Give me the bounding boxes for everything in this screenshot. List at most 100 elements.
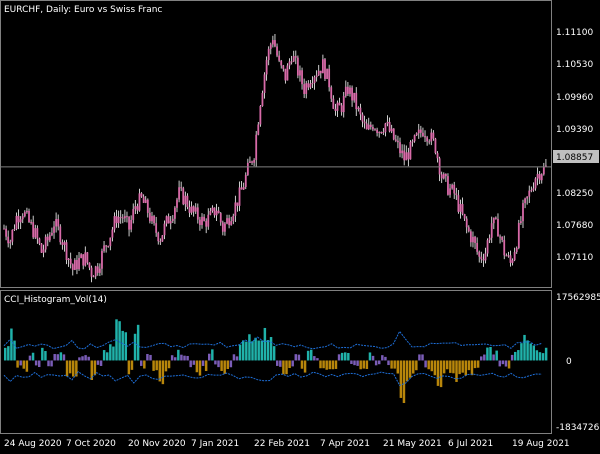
histogram-bar <box>282 360 285 375</box>
histogram-bar <box>412 360 415 374</box>
candle-body <box>151 216 153 222</box>
histogram-bar <box>396 360 400 374</box>
candle-body <box>463 214 466 219</box>
time-tick: 24 Aug 2020 <box>4 439 62 449</box>
candle-body <box>490 223 493 238</box>
histogram-bar <box>276 360 279 366</box>
histogram-bar <box>10 328 13 361</box>
candle-body <box>430 132 433 142</box>
candle-body <box>424 136 426 138</box>
candle-body <box>344 86 347 97</box>
histogram-bar <box>402 360 406 404</box>
histogram-bar <box>13 340 16 361</box>
time-tick: 7 Apr 2021 <box>320 439 370 449</box>
candle-body <box>540 174 543 181</box>
histogram-bar <box>492 354 495 361</box>
candle-body <box>299 70 301 76</box>
candle-body <box>382 132 385 134</box>
candle-body <box>499 236 501 238</box>
candle-body <box>434 138 437 154</box>
candle-body <box>307 83 310 88</box>
histogram-bar <box>217 360 220 368</box>
histogram-bar <box>81 356 84 361</box>
histogram-bar <box>306 350 310 361</box>
histogram-bar <box>483 354 486 361</box>
histogram-bar <box>473 360 477 369</box>
candle-body <box>457 195 460 212</box>
histogram-bar <box>84 355 87 361</box>
candle-body <box>428 141 431 143</box>
histogram-bar <box>208 353 211 361</box>
histogram-bar <box>520 343 523 361</box>
candle-body <box>436 153 439 159</box>
candle-body <box>165 216 168 224</box>
candle-body <box>517 223 520 248</box>
candle-body <box>230 221 233 226</box>
histogram-bar <box>174 357 177 361</box>
histogram-bar <box>319 360 322 369</box>
histogram-bar <box>106 352 109 361</box>
candle-body <box>65 242 68 260</box>
candle-body <box>453 184 456 194</box>
candle-body <box>159 241 162 243</box>
time-tick: 19 Aug 2021 <box>512 439 570 449</box>
candle-body <box>42 249 45 253</box>
candle-body <box>48 235 51 241</box>
candle-body <box>157 232 160 242</box>
histogram-bar <box>495 350 498 361</box>
histogram-bar <box>310 349 313 361</box>
chart-window[interactable]: EURCHF, Daily: Euro vs Swiss Franc CCI_H… <box>0 0 600 450</box>
candle-body <box>305 83 308 94</box>
histogram-bar <box>424 360 427 368</box>
histogram-bar <box>535 350 539 361</box>
candle-body <box>392 128 395 140</box>
candle-body <box>401 150 403 154</box>
histogram-bar <box>260 340 264 361</box>
histogram-bar <box>38 360 41 368</box>
candle-body <box>221 222 224 232</box>
candle-body <box>494 217 497 219</box>
histogram-bar <box>316 358 319 361</box>
histogram-bar <box>201 360 205 366</box>
candle-body <box>357 107 360 110</box>
candle-body <box>442 173 445 179</box>
histogram-bar <box>235 356 239 361</box>
candle-body <box>501 236 504 240</box>
candle-body <box>338 102 341 106</box>
chart-canvas[interactable]: EURCHF, Daily: Euro vs Swiss Franc CCI_H… <box>0 0 600 450</box>
candle-body <box>40 243 43 253</box>
histogram-bar <box>59 352 63 361</box>
chart-title: EURCHF, Daily: Euro vs Swiss Franc <box>4 5 162 15</box>
histogram-bar <box>130 360 134 370</box>
candle-body <box>353 92 356 101</box>
candle-body <box>340 105 343 113</box>
histogram-bar <box>427 360 430 370</box>
candle-body <box>276 46 278 56</box>
candle-body <box>36 228 39 239</box>
histogram-bar <box>99 360 103 366</box>
candle-body <box>405 152 408 161</box>
candle-body <box>472 236 474 243</box>
candle-body <box>534 178 537 189</box>
candle-body <box>363 121 366 124</box>
candle-body <box>194 207 197 212</box>
candle-body <box>286 65 289 81</box>
candle-body <box>255 134 258 160</box>
histogram-bar <box>325 360 328 370</box>
candle-body <box>294 56 297 58</box>
candle-body <box>132 208 135 220</box>
histogram-bar <box>245 341 248 361</box>
histogram-bar <box>449 360 452 373</box>
candle-body <box>155 223 158 233</box>
candle-body <box>263 74 266 93</box>
indicator-tick-max: 17562985 <box>556 293 600 303</box>
histogram-bar <box>161 360 165 385</box>
histogram-bar <box>248 334 251 361</box>
candle-body <box>96 266 99 273</box>
histogram-bar <box>72 360 75 377</box>
histogram-bar <box>486 347 489 361</box>
histogram-bar <box>62 354 66 361</box>
histogram-bar <box>124 332 128 361</box>
candle-body <box>217 210 220 214</box>
histogram-bar <box>223 360 226 374</box>
